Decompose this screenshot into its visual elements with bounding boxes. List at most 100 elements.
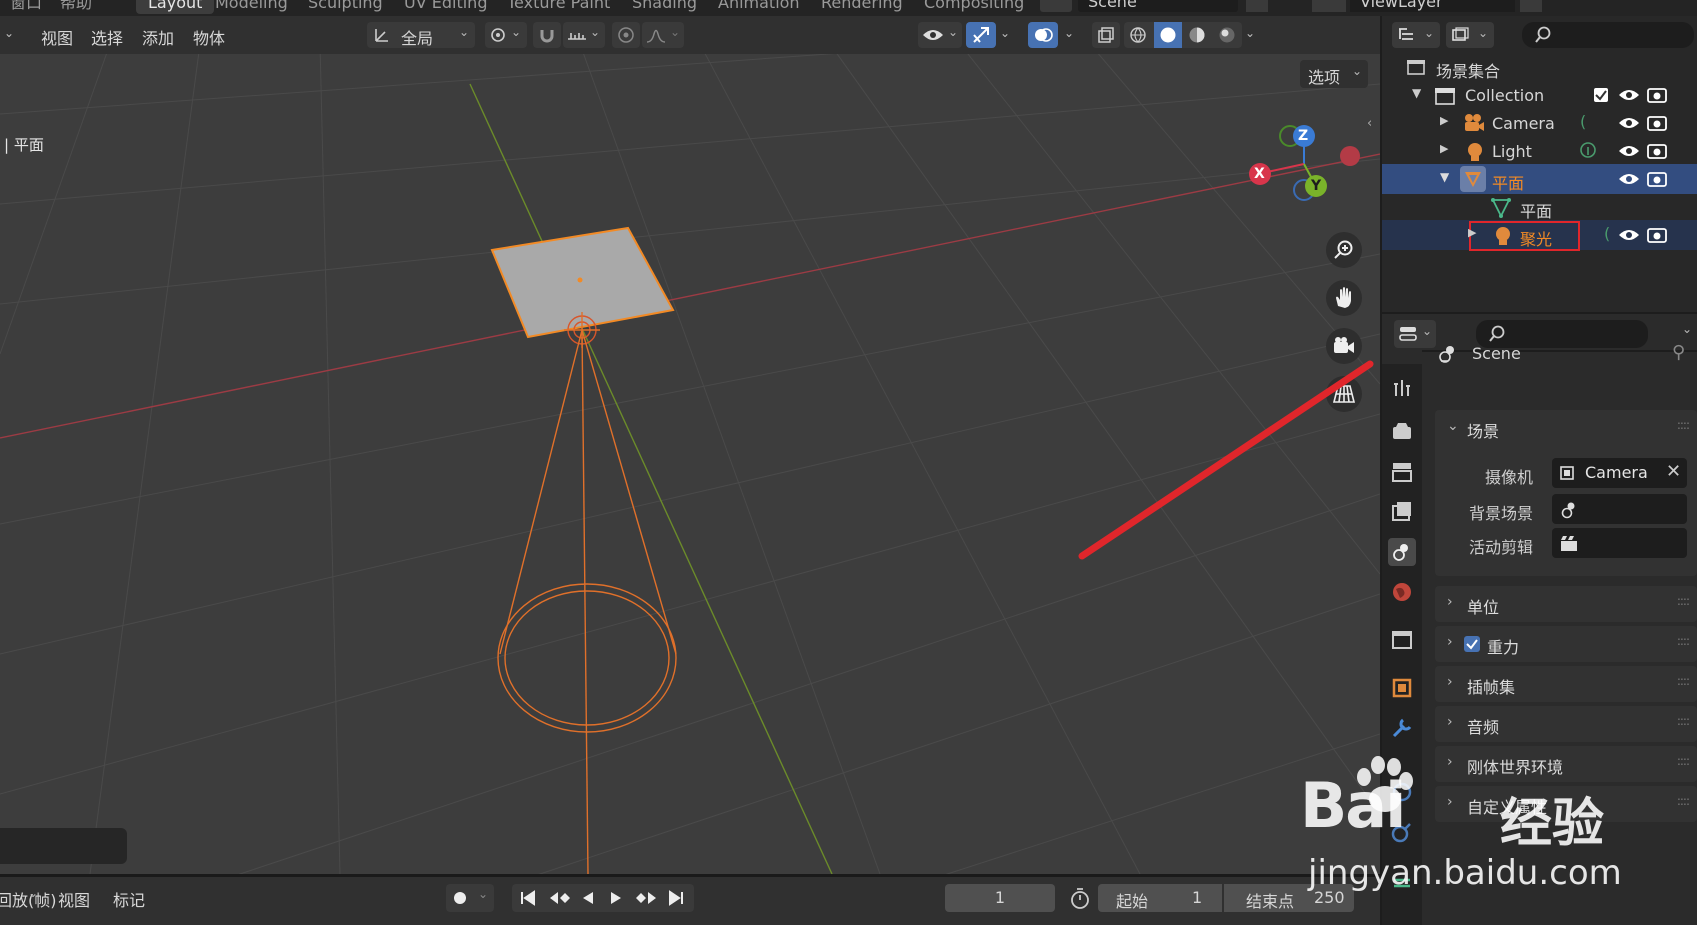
rigid-body-world-panel[interactable]: › 刚体世界环境 ::::	[1435, 746, 1697, 782]
tab-animation[interactable]: Animation	[718, 0, 800, 14]
jump-keyframe-back-icon[interactable]	[548, 890, 572, 906]
custom-properties-panel[interactable]: › 自定义属性 ::::	[1435, 786, 1697, 822]
transform-orientation-dropdown[interactable]: 全局 ⌄	[367, 22, 475, 48]
operator-panel[interactable]	[0, 828, 127, 864]
gravity-panel[interactable]: › 重力 ::::	[1435, 626, 1697, 662]
timeline-menu-marker[interactable]: 标记	[113, 887, 145, 911]
units-panel[interactable]: › 单位 ::::	[1435, 586, 1697, 622]
tab-texture-paint[interactable]: Texture Paint	[507, 0, 610, 14]
new-viewlayer-icon[interactable]	[1520, 0, 1542, 12]
render-tab-icon[interactable]	[1388, 418, 1416, 446]
drag-handle-icon[interactable]: ::::	[1677, 634, 1690, 648]
proportional-falloff-dropdown[interactable]: ⌄	[642, 22, 684, 48]
outliner-row-light[interactable]: ▶ Light	[1382, 136, 1697, 166]
expand-arrow-icon[interactable]: ▼	[1412, 86, 1421, 100]
snap-target-dropdown[interactable]: ⌄	[563, 22, 605, 48]
gravity-checkbox-icon[interactable]	[1463, 635, 1481, 653]
render-camera-icon[interactable]	[1646, 170, 1668, 188]
gizmo-chevron-down-icon[interactable]: ⌄	[998, 23, 1012, 43]
audio-panel[interactable]: › 音频 ::::	[1435, 706, 1697, 742]
viewlayer-icon[interactable]	[1312, 0, 1346, 12]
proportional-edit-toggle[interactable]	[612, 22, 640, 48]
solid-shading-button[interactable]	[1154, 22, 1182, 48]
scene-icon[interactable]	[1040, 0, 1072, 12]
shading-chevron-down-icon[interactable]: ⌄	[1243, 23, 1257, 43]
pin-icon[interactable]: ⚲	[1672, 342, 1685, 363]
stopwatch-icon[interactable]	[1068, 886, 1092, 910]
tab-compositing[interactable]: Compositing	[924, 0, 1024, 14]
timeline-menu-view[interactable]: 视图	[58, 887, 90, 911]
jump-start-icon[interactable]	[520, 890, 536, 906]
current-frame-field[interactable]: 1	[945, 884, 1055, 912]
drag-handle-icon[interactable]: ::::	[1677, 674, 1690, 688]
tool-tab-icon[interactable]	[1388, 374, 1416, 402]
editor-type-chevron-icon[interactable]: ⌄	[2, 23, 16, 43]
jump-end-icon[interactable]	[668, 890, 684, 906]
texture-tab-icon[interactable]	[1388, 870, 1416, 898]
tab-rendering[interactable]: Rendering	[821, 0, 903, 14]
spot-light-object[interactable]	[497, 312, 677, 874]
menu-view[interactable]: 视图	[41, 25, 73, 49]
display-mode-dropdown[interactable]: ⌄	[1446, 22, 1494, 48]
xray-toggle[interactable]	[1092, 22, 1120, 48]
new-scene-icon[interactable]	[1246, 0, 1268, 12]
start-frame-field[interactable]: 起始 1	[1098, 884, 1222, 912]
outliner-row-plane[interactable]: ▼ 平面	[1382, 164, 1697, 194]
eye-icon[interactable]	[1618, 115, 1640, 131]
expand-arrow-icon[interactable]: ▶	[1440, 114, 1448, 127]
chevron-down-icon[interactable]: ⌄	[1447, 418, 1459, 434]
tab-layout[interactable]: Layout	[136, 0, 215, 14]
eye-icon[interactable]	[1618, 227, 1640, 243]
eye-icon[interactable]	[1618, 87, 1640, 103]
auto-keying-button[interactable]: ⌄	[446, 884, 494, 912]
visibility-dropdown[interactable]: ⌄	[918, 22, 962, 48]
menu-select[interactable]: 选择	[91, 25, 123, 49]
expand-arrow-icon[interactable]: ▼	[1440, 170, 1449, 184]
navigation-gizmo[interactable]	[1240, 110, 1360, 210]
outliner-row-collection[interactable]: ▼ Collection	[1382, 80, 1697, 110]
tab-modeling[interactable]: Modeling	[215, 0, 288, 14]
outliner-search-input[interactable]	[1522, 22, 1694, 48]
pivot-point-button[interactable]: ⌄	[485, 22, 527, 48]
play-reverse-icon[interactable]	[580, 890, 596, 906]
wireframe-shading-icon[interactable]	[1129, 26, 1147, 44]
chevron-down-icon[interactable]: ⌄	[1682, 322, 1692, 336]
constraint-tab-icon[interactable]	[1388, 778, 1416, 806]
clear-icon[interactable]: ✕	[1666, 461, 1681, 482]
drag-handle-icon[interactable]: ::::	[1677, 594, 1690, 608]
tab-shading[interactable]: Shading	[632, 0, 697, 14]
material-shading-icon[interactable]	[1188, 26, 1206, 44]
expand-arrow-icon[interactable]: ▶	[1468, 226, 1476, 239]
sidebar-toggle-chevron-icon[interactable]: ‹	[1367, 116, 1372, 131]
menu-window[interactable]: 窗口	[10, 0, 42, 14]
scene-tab[interactable]	[1388, 538, 1416, 566]
snap-toggle[interactable]	[533, 22, 561, 48]
properties-editor-type[interactable]: ⌄	[1394, 320, 1436, 348]
collection-tab-icon[interactable]	[1388, 626, 1416, 654]
menu-object[interactable]: 物体	[193, 25, 225, 49]
view-layer-tab-icon[interactable]	[1388, 498, 1416, 526]
drag-handle-icon[interactable]: ::::	[1677, 418, 1690, 432]
render-camera-icon[interactable]	[1646, 226, 1668, 244]
negative-x-handle[interactable]	[1340, 146, 1360, 166]
keying-sets-panel[interactable]: › 插帧集 ::::	[1435, 666, 1697, 702]
world-tab-icon[interactable]	[1388, 578, 1416, 606]
menu-help[interactable]: 帮助	[60, 0, 92, 14]
drag-handle-icon[interactable]: ::::	[1677, 714, 1690, 728]
play-icon[interactable]	[608, 890, 624, 906]
outliner-row-spot[interactable]: ▶ 聚光 (	[1382, 220, 1697, 251]
gizmo-toggle[interactable]	[966, 22, 996, 48]
viewport-options-button[interactable]: 选项 ⌄	[1300, 60, 1368, 88]
data-tab-icon[interactable]	[1388, 818, 1416, 846]
jump-keyframe-forward-icon[interactable]	[634, 890, 658, 906]
drag-handle-icon[interactable]: ::::	[1677, 754, 1690, 768]
camera-field[interactable]: Camera ✕	[1552, 458, 1687, 488]
rendered-shading-icon[interactable]	[1218, 26, 1236, 44]
checkbox-icon[interactable]	[1592, 86, 1610, 104]
object-tab-icon[interactable]	[1388, 674, 1416, 702]
3d-viewport[interactable]: | 平面 选项 ⌄ Z X Y ‹	[0, 54, 1380, 874]
outliner-row-plane-mesh[interactable]: 平面	[1382, 192, 1697, 222]
render-camera-icon[interactable]	[1646, 142, 1668, 160]
overlays-chevron-down-icon[interactable]: ⌄	[1062, 23, 1076, 43]
outliner-editor-type[interactable]: ⌄	[1392, 22, 1440, 48]
